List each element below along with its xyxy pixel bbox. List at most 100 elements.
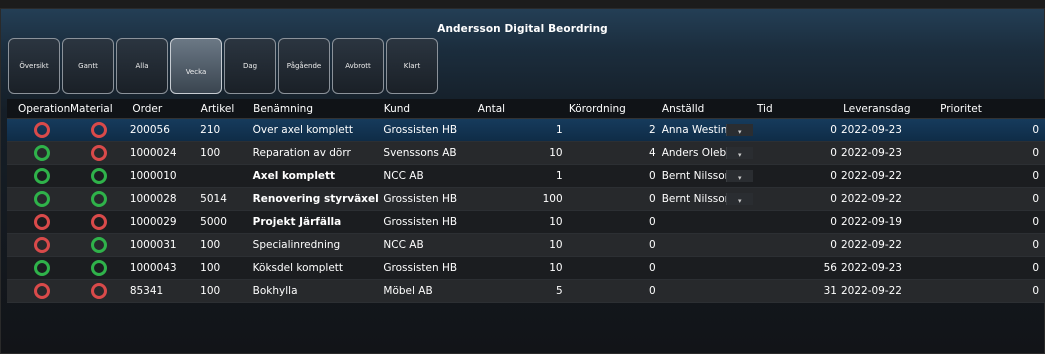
orders-grid: Operation Material Order Artikel Benämning Ku… [7, 99, 1045, 303]
table-row[interactable]: 1000024 100 Reparation av dörr Svenssons AB… [7, 142, 1045, 165]
cell-anstalld[interactable]: Bernt Nilsson ▾ [658, 170, 753, 182]
toolbar-button-4[interactable]: Dag [224, 38, 276, 94]
column-header-3[interactable]: Artikel [197, 103, 249, 115]
chevron-down-icon[interactable]: ▾ [725, 124, 753, 136]
cell-kund: Grossisten HB [383, 193, 458, 205]
cell-prioritet: 0 [1032, 216, 1039, 228]
operation-status-icon [33, 214, 50, 230]
column-header-8[interactable]: Anställd [658, 103, 753, 115]
cell-benamning: Specialinredning [252, 239, 341, 251]
cell-order: 200056 [129, 124, 170, 136]
material-status-cell [69, 283, 127, 299]
column-header-6[interactable]: Antal [474, 103, 565, 115]
cell-leveransdag: 2022-09-22 [840, 170, 902, 182]
cell-artikel: 210 [200, 124, 221, 136]
cell-prioritet: 0 [1032, 170, 1039, 182]
cell-prioritet: 0 [1032, 239, 1039, 251]
table-row[interactable]: 1000029 5000 Projekt Järfälla Grossisten HB… [7, 211, 1045, 234]
chevron-down-icon[interactable]: ▾ [725, 170, 753, 182]
toolbar-button-5[interactable]: Pågående [278, 38, 330, 94]
toolbar-button-2[interactable]: Alla [116, 38, 168, 94]
column-header-11[interactable]: Prioritet [936, 103, 1045, 115]
material-status-cell [69, 122, 127, 138]
cell-artikel: 100 [200, 285, 221, 297]
table-row[interactable]: 1000028 5014 Renovering styrväxel Grossiste… [7, 188, 1045, 211]
employee-name: Bernt Nilsson [661, 193, 732, 205]
cell-korordning: 0 [649, 239, 656, 251]
cell-leveransdag: 2022-09-22 [840, 285, 902, 297]
table-row[interactable]: 1000031100SpecialinredningNCC AB100▾0202… [7, 234, 1045, 257]
cell-tid: 56 [823, 262, 837, 274]
cell-benamning: Köksdel komplett [252, 262, 344, 274]
cell-tid: 0 [830, 147, 837, 159]
cell-antal: 100 [542, 193, 563, 205]
cell-anstalld[interactable]: Anders Oleby ▾ [658, 147, 753, 159]
material-status-cell [69, 191, 127, 207]
operation-status-icon [33, 145, 50, 161]
cell-tid: 0 [830, 239, 837, 251]
cell-kund: Möbel AB [383, 285, 433, 297]
cell-leveransdag: 2022-09-23 [840, 124, 902, 136]
toolbar-button-3[interactable]: Vecka [170, 38, 222, 94]
material-status-icon [90, 168, 107, 184]
operation-status-icon [33, 283, 50, 299]
cell-benamning: Projekt Järfälla [252, 216, 342, 228]
cell-benamning: Axel komplett [252, 170, 336, 182]
toolbar-button-7[interactable]: Klart [386, 38, 438, 94]
column-header-4[interactable]: Benämning [249, 103, 380, 115]
cell-antal: 1 [555, 170, 563, 182]
cell-korordning: 2 [649, 124, 656, 136]
operation-status-icon [33, 191, 50, 207]
chevron-down-icon[interactable]: ▾ [725, 193, 753, 205]
employee-name: Bernt Nilsson [661, 170, 732, 182]
table-row[interactable]: 85341100BokhyllaMöbel AB50▾312022-09-220 [7, 280, 1045, 303]
cell-leveransdag: 2022-09-22 [840, 239, 902, 251]
chevron-down-icon[interactable]: ▾ [725, 147, 753, 159]
cell-artikel: 100 [200, 147, 221, 159]
cell-order: 1000010 [129, 170, 177, 182]
table-row[interactable]: 1000010 Axel komplett NCC AB 1 0 Bernt Nilsso… [7, 165, 1045, 188]
cell-kund: Grossisten HB [383, 216, 458, 228]
column-header-0[interactable]: Operation [14, 103, 70, 115]
toolbar-button-0[interactable]: Översikt [8, 38, 60, 94]
column-header-9[interactable]: Tid [753, 103, 839, 115]
table-row[interactable]: ▸200056210Över axel komplettGrossisten H… [7, 119, 1045, 142]
title-bar: Andersson Digital Beordring [0, 8, 1045, 38]
material-status-cell [69, 260, 127, 276]
cell-leveransdag: 2022-09-22 [840, 193, 902, 205]
cell-antal: 1 [555, 124, 563, 136]
toolbar-button-1[interactable]: Gantt [62, 38, 114, 94]
column-header-7[interactable]: Körordning [565, 103, 658, 115]
cell-korordning: 0 [649, 170, 656, 182]
cell-kund: Svenssons AB [383, 147, 457, 159]
cell-artikel: 5000 [200, 216, 227, 228]
cell-tid: 0 [830, 170, 837, 182]
cell-order: 1000043 [129, 262, 177, 274]
cell-prioritet: 0 [1032, 285, 1039, 297]
column-header-10[interactable]: Leveransdag [839, 103, 936, 115]
material-status-icon [90, 283, 107, 299]
operation-status-cell [14, 168, 69, 184]
cell-anstalld[interactable]: Bernt Nilsson ▾ [658, 193, 753, 205]
column-header-1[interactable]: Material [70, 103, 128, 115]
operation-status-cell [14, 214, 69, 230]
cell-kund: Grossisten HB [383, 262, 458, 274]
table-row[interactable]: 1000043 100 Köksdel komplett Grossisten HB 1… [7, 257, 1045, 280]
cell-benamning: Reparation av dörr [252, 147, 351, 159]
cell-prioritet: 0 [1032, 193, 1039, 205]
cell-anstalld[interactable]: Anna Westin ▾ [658, 124, 753, 136]
cell-order: 85341 [129, 285, 164, 297]
column-header-2[interactable]: Order [128, 103, 196, 115]
cell-leveransdag: 2022-09-23 [840, 147, 902, 159]
cell-antal: 10 [549, 262, 563, 274]
cell-artikel: 100 [200, 239, 221, 251]
cell-artikel: 5014 [200, 193, 227, 205]
toolbar-button-6[interactable]: Avbrott [332, 38, 384, 94]
column-header-5[interactable]: Kund [380, 103, 474, 115]
operation-status-cell [14, 122, 69, 138]
cell-order: 1000028 [129, 193, 177, 205]
cell-leveransdag: 2022-09-19 [840, 216, 902, 228]
operation-status-icon [33, 168, 50, 184]
operation-status-icon [33, 122, 50, 138]
cell-order: 1000024 [129, 147, 177, 159]
